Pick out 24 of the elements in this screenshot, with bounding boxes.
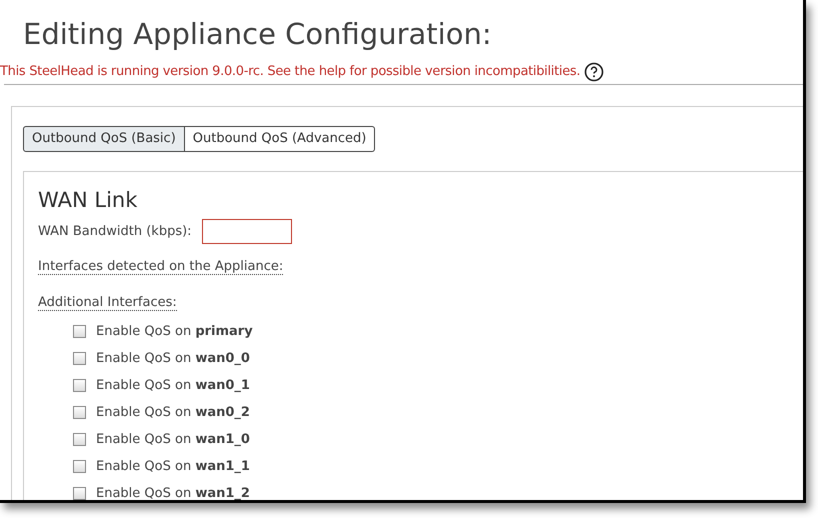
checkbox-label: Enable QoS on wan0_1 <box>96 376 250 395</box>
checkbox[interactable] <box>73 406 86 419</box>
checkbox[interactable] <box>73 352 86 365</box>
checkbox[interactable] <box>73 325 86 338</box>
checkbox-label: Enable QoS on primary <box>96 322 253 341</box>
checkbox[interactable] <box>73 487 86 500</box>
version-warning: This SteelHead is running version 9.0.0-rc. See the help for possible version incompatibilities. <box>0 63 580 82</box>
field-label: WAN Bandwidth (kbps): <box>38 222 192 241</box>
checkbox[interactable] <box>73 433 86 446</box>
detected-label: Interfaces detected on the Appliance: <box>38 259 284 275</box>
checkbox-label: Enable QoS on wan1_0 <box>96 430 250 449</box>
checkbox-label: Enable QoS on wan0_0 <box>96 350 250 368</box>
checkbox-label: Enable QoS on wan1_1 <box>96 458 250 476</box>
help-icon[interactable] <box>584 62 604 82</box>
additional-label: Additional Interfaces: <box>38 295 177 311</box>
page-title: Editing Appliance Configuration: <box>22 16 493 53</box>
checkbox[interactable] <box>73 460 86 473</box>
tab[interactable]: Outbound QoS (Advanced) <box>184 126 376 152</box>
checkbox[interactable] <box>73 379 86 392</box>
checkbox-label: Enable QoS on wan1_2 <box>96 484 250 500</box>
section-title: WAN Link <box>38 187 138 214</box>
checkbox-label: Enable QoS on wan0_2 <box>96 404 250 422</box>
bandwidth-field[interactable] <box>202 219 292 244</box>
tab[interactable]: Outbound QoS (Basic) <box>23 126 185 152</box>
